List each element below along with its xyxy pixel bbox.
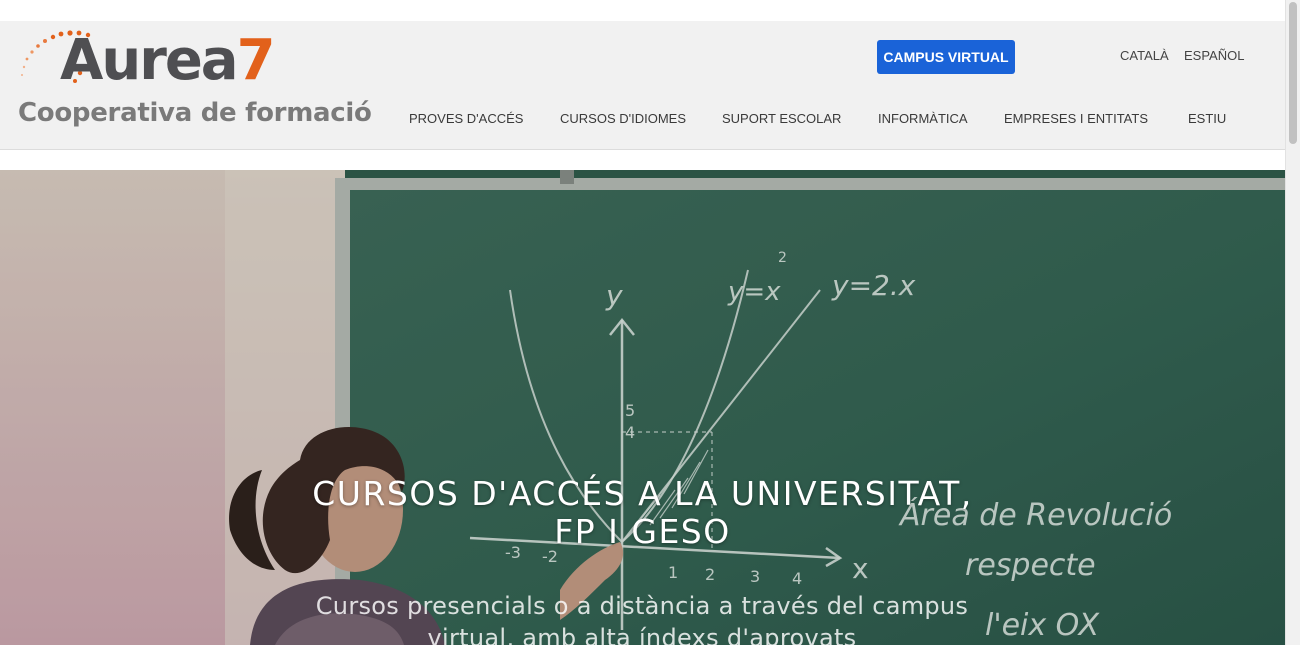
- nav-item-informatica[interactable]: INFORMÀTICA: [878, 111, 968, 126]
- logo-word: Aurea: [60, 28, 239, 93]
- hero-title-line2: FP I GESO: [554, 512, 731, 551]
- logo-tagline: Cooperativa de formació: [18, 98, 372, 128]
- logo-wordmark: Aurea7: [60, 28, 276, 93]
- hero-subtitle-line2: virtual, amb alta índexs d'aprovats: [427, 624, 857, 645]
- site-header: Aurea7 Cooperativa de formació CAMPUS VI…: [0, 21, 1285, 150]
- hero-subtitle-line1: Cursos presencials o a distància a travé…: [315, 592, 969, 620]
- hero-title: CURSOS D'ACCÉS A LA UNIVERSITAT, FP I GE…: [270, 475, 1015, 551]
- hero-title-line1: CURSOS D'ACCÉS A LA UNIVERSITAT,: [312, 474, 973, 513]
- nav-item-proves-acces[interactable]: PROVES D'ACCÉS: [409, 111, 523, 126]
- top-strip: [0, 0, 1285, 22]
- page: Aurea7 Cooperativa de formació CAMPUS VI…: [0, 0, 1285, 645]
- hero-banner: y y=x 2 y=2.x 5 4 x Área de Revolució re…: [0, 170, 1285, 645]
- site-logo[interactable]: Aurea7 Cooperativa de formació: [18, 28, 372, 139]
- nav-item-estiu[interactable]: ESTIU: [1188, 111, 1226, 126]
- lang-espanol-link[interactable]: ESPAÑOL: [1184, 48, 1244, 63]
- logo-seven: 7: [236, 28, 276, 93]
- nav-item-cursos-idiomes[interactable]: CURSOS D'IDIOMES: [560, 111, 686, 126]
- lang-catala-link[interactable]: CATALÀ: [1120, 48, 1169, 63]
- scrollbar-thumb[interactable]: [1289, 2, 1297, 144]
- hero-overlay: [0, 170, 1285, 645]
- hero-subtitle: Cursos presencials o a distància a travé…: [282, 590, 1002, 645]
- page-scrollbar[interactable]: [1285, 0, 1300, 645]
- campus-virtual-button[interactable]: CAMPUS VIRTUAL: [877, 40, 1015, 74]
- nav-item-suport-escolar[interactable]: SUPORT ESCOLAR: [722, 111, 841, 126]
- nav-item-empreses-entitats[interactable]: EMPRESES I ENTITATS: [1004, 111, 1148, 126]
